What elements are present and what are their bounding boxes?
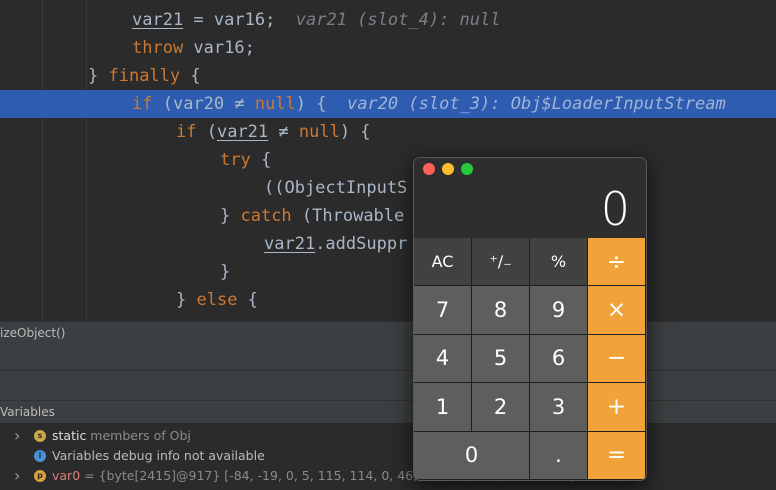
code-line[interactable]: if (var21 ≠ null) { [0,118,776,146]
minimize-button[interactable] [442,163,454,175]
variable-type-icon: s [34,430,46,442]
variable-type-icon: i [34,450,46,462]
key-5-button[interactable]: 5 [472,334,529,383]
code-token: ( [196,122,217,142]
code-token: var16; [183,38,255,58]
key-add-button[interactable]: + [588,383,645,431]
keyword-token: null [254,94,296,114]
key-clear-button[interactable]: AC [414,238,471,286]
variable-token: var21 [264,234,316,254]
key-8-button[interactable]: 8 [472,286,529,334]
code-line[interactable]: var21 = var16; var21 (slot_4): null [0,6,776,34]
key-7-button[interactable]: 7 [414,286,471,334]
keyword-token: try [220,150,251,170]
code-token: } [220,262,231,282]
code-token: } [220,206,241,226]
keyword-token: if [176,122,197,142]
code-token: } [176,290,197,310]
code-token: ) { [295,94,347,114]
keyword-token: throw [132,38,184,58]
debug-frames-area [0,370,776,401]
keyword-token: finally [108,66,181,86]
variable-name: static [52,428,87,443]
code-token: (var20 ≠ [152,94,255,114]
calculator-display: 0 [414,180,646,238]
variable-token: var21 [132,10,184,30]
variable-text: Variables debug info not available [52,446,265,466]
inline-debug-value: var21 (slot_4): null [295,10,501,30]
code-line[interactable]: } finally { [0,62,776,90]
code-line[interactable]: } [0,258,776,286]
variable-text: static members of Obj [52,426,191,446]
code-line[interactable]: ((ObjectInputS [0,174,776,202]
variables-title: Variables [0,405,55,419]
key-sign-button[interactable]: ⁺∕₋ [472,238,529,286]
code-token: ) { [339,122,371,142]
variable-value: members of Obj [86,428,191,443]
debug-toolbar-area [0,344,776,370]
code-token: ≠ [268,122,299,142]
expand-chevron-icon[interactable]: › [14,466,20,486]
key-9-button[interactable]: 9 [530,286,587,334]
current-method-label: izeObject() [0,326,66,340]
calculator-keypad: AC ⁺∕₋% ÷ 7 8 9 × 4 5 6− 1 2 3 +0. = [414,238,646,480]
code-line[interactable]: var21.addSuppr [0,230,776,258]
code-token: = var16; [183,10,296,30]
code-token: } [88,66,109,86]
key-4-button[interactable]: 4 [414,334,471,383]
code-token: { [180,66,201,86]
keyword-token: null [298,122,340,142]
variable-name: var0 [52,468,81,483]
key-2-button[interactable]: 2 [472,383,529,431]
variables-tree[interactable]: › s static members of Obj i Variables debug … [0,423,776,490]
variable-type-icon: p [34,470,46,482]
code-line[interactable]: } else { [0,286,776,314]
key-equals-button[interactable]: = [588,431,645,479]
display-value: 0 [600,182,630,236]
debug-frame-bar[interactable]: izeObject() [0,321,776,345]
inline-debug-value: var20 (slot_3): Obj$LoaderInputStream [346,94,726,114]
key-3-button[interactable]: 3 [530,383,587,431]
expand-chevron-icon[interactable]: › [14,426,20,446]
key-divide-button[interactable]: ÷ [588,238,645,286]
variable-row[interactable]: i Variables debug info not available [0,446,776,466]
code-token: { [237,290,258,310]
keyword-token: else [196,290,238,310]
keyword-token: if [132,94,153,114]
variable-token: var21 [216,122,269,142]
code-token: (Throwable [291,206,405,226]
code-line[interactable]: throw var16; [0,34,776,62]
key-percent-button[interactable]: % [530,238,587,286]
key-0-button[interactable]: 0 [414,431,529,479]
code-line[interactable]: try { [0,146,776,174]
key-1-button[interactable]: 1 [414,383,471,431]
zoom-button[interactable] [461,163,473,175]
calculator-titlebar[interactable] [414,158,646,180]
variable-row[interactable]: › s static members of Obj [0,426,776,446]
key-multiply-button[interactable]: × [588,286,645,334]
calculator-window[interactable]: 0 AC ⁺∕₋% ÷ 7 8 9 × 4 5 6− 1 2 3 +0. = [413,157,647,481]
variables-panel-header: Variables [0,400,776,423]
variable-value: Variables debug info not available [52,448,265,463]
code-line[interactable]: } catch (Throwable [0,202,776,230]
close-button[interactable] [423,163,435,175]
current-execution-line[interactable]: if (var20 ≠ null) { var20 (slot_3): Obj$… [0,90,776,118]
code-token: { [250,150,272,170]
code-token: .addSuppr [315,234,408,254]
code-editor[interactable]: var21 = var16; var21 (slot_4): null throw… [0,0,776,321]
key-subtract-button[interactable]: − [588,334,645,383]
key-6-button[interactable]: 6 [530,334,587,383]
key-decimal-button[interactable]: . [530,431,587,479]
code-token: ((ObjectInputS [264,178,408,198]
keyword-token: catch [240,206,292,226]
variable-row[interactable]: › p var0 = {byte[2415]@917} [-84, -19, 0, … [0,466,776,486]
